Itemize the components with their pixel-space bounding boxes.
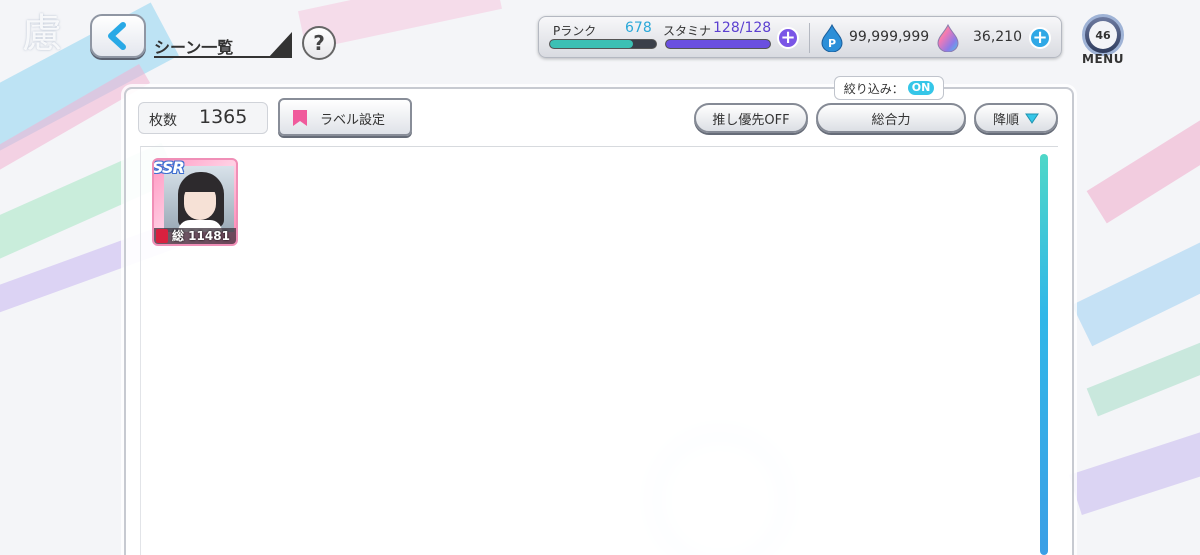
portrait-bangs (182, 176, 218, 192)
card-count-box: 枚数 1365 (138, 102, 268, 134)
stamina-plus-button[interactable]: + (777, 27, 799, 49)
sort-order-label: 降順 (992, 112, 1019, 128)
rank-label: Pランク (553, 24, 597, 38)
menu-ring-icon: 46 (1082, 14, 1124, 56)
bg-calligraphy: 慮 (22, 11, 62, 57)
label-settings-label: ラベル設定 (320, 113, 386, 128)
filter-label: 絞り込み： (843, 81, 904, 96)
title-corner-triangle (268, 32, 292, 58)
scene-card[interactable]: SSR 総 11481 (152, 158, 238, 246)
sort-order-button[interactable]: 降順 (974, 103, 1058, 133)
free-gem-icon (937, 24, 959, 52)
list-scrollbar[interactable] (1040, 154, 1048, 555)
status-bar: Pランク 678 スタミナ 128/128 + P 99,999,999 36,… (538, 16, 1062, 58)
sort-key-button[interactable]: 総合力 (816, 103, 966, 133)
bg-stripe-right-purple (1068, 407, 1200, 515)
label-settings-button[interactable]: ラベル設定 (278, 98, 412, 136)
card-attribute-icon (156, 229, 168, 243)
oshi-priority-toggle[interactable]: 推し優先OFF (694, 103, 808, 133)
currency-plus-button[interactable]: + (1029, 27, 1051, 49)
stamina-gauge (665, 39, 771, 49)
free-currency-value: 36,210 (973, 29, 1022, 45)
stamina-value: 128/128 (713, 20, 772, 36)
menu-badge: 46 (1089, 21, 1117, 49)
card-rarity-badge: SSR (152, 158, 185, 177)
menu-button[interactable]: 46 MENU (1076, 14, 1130, 68)
help-button[interactable]: ? (302, 26, 336, 60)
back-button[interactable] (90, 14, 146, 58)
scene-list (140, 146, 1058, 555)
rank-gauge (549, 39, 657, 49)
card-count-value: 1365 (199, 106, 248, 128)
bookmark-icon (293, 110, 307, 126)
bg-stripe-right-blue (1072, 199, 1200, 347)
card-power-value: 総 11481 (172, 229, 230, 243)
rank-gauge-fill (550, 40, 633, 48)
paid-gem-icon: P (821, 24, 843, 52)
rank-value: 678 (625, 20, 652, 36)
stamina-gauge-fill (666, 40, 770, 48)
chevron-left-icon (108, 22, 126, 50)
stamina-label: スタミナ (663, 24, 712, 38)
menu-label: MENU (1082, 52, 1124, 66)
bg-stripe-right-pink (1086, 74, 1200, 224)
filter-on-badge: ON (907, 81, 935, 95)
paid-currency-value: 99,999,999 (849, 29, 930, 45)
filter-status-tag[interactable]: 絞り込み： ON (834, 76, 944, 100)
svg-text:P: P (828, 37, 836, 50)
triangle-down-icon (1025, 113, 1039, 124)
card-count-label: 枚数 (149, 113, 177, 129)
status-divider (809, 23, 810, 53)
